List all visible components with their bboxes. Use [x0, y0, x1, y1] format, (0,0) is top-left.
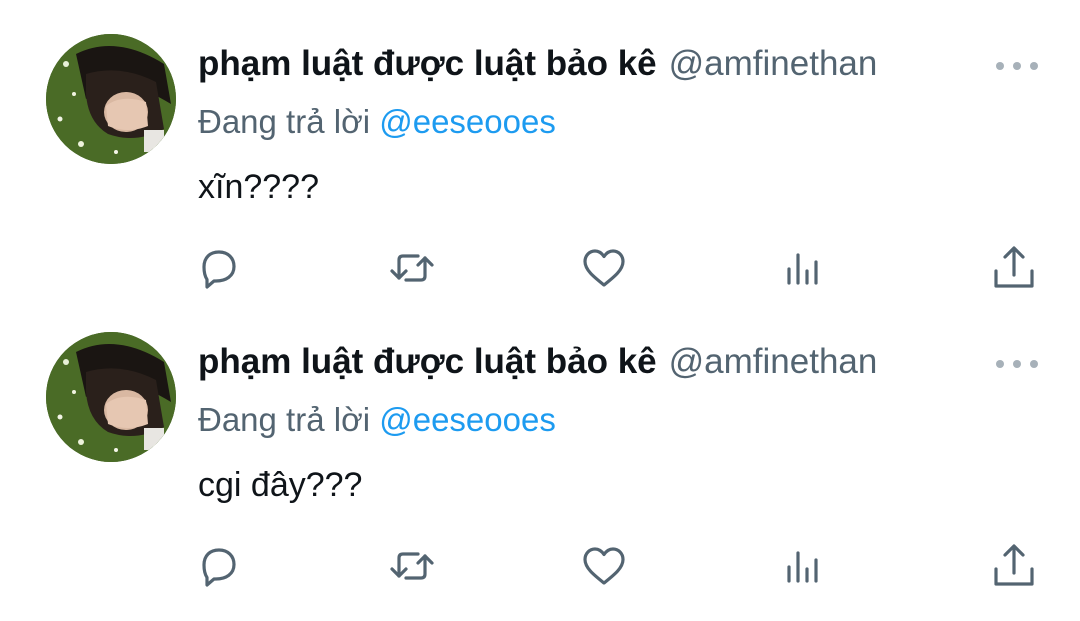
retweet-icon	[390, 254, 434, 282]
like-icon	[583, 249, 625, 287]
tweet-actions	[0, 240, 1080, 296]
like-button[interactable]	[576, 538, 632, 594]
replying-to-line: Đang trả lời @eeseooes	[198, 401, 556, 439]
replying-to-line: Đang trả lời @eeseooes	[198, 103, 556, 141]
avatar-photo	[46, 332, 176, 462]
retweet-button[interactable]	[384, 538, 440, 594]
like-icon	[583, 547, 625, 585]
tweet[interactable]: phạm luật được luật bảo kê @amfinethan Đ…	[0, 0, 1080, 300]
views-button[interactable]	[774, 240, 830, 296]
tweet-text: xĩn????	[198, 168, 319, 206]
reply-icon	[202, 250, 236, 289]
reply-icon	[202, 548, 236, 587]
avatar[interactable]	[46, 34, 176, 164]
reply-button[interactable]	[190, 538, 246, 594]
views-icon	[787, 253, 818, 285]
tweet[interactable]: phạm luật được luật bảo kê @amfinethan Đ…	[0, 298, 1080, 598]
author-handle[interactable]: @amfinethan	[669, 342, 878, 382]
author-handle[interactable]: @amfinethan	[669, 44, 878, 84]
replying-prefix: Đang trả lời	[198, 103, 371, 140]
share-button[interactable]	[986, 538, 1042, 594]
views-icon	[787, 551, 818, 583]
replying-to-mention[interactable]: @eeseooes	[379, 401, 556, 438]
avatar-photo	[46, 34, 176, 164]
reply-button[interactable]	[190, 240, 246, 296]
share-button[interactable]	[986, 240, 1042, 296]
tweet-header: phạm luật được luật bảo kê @amfinethan	[198, 342, 950, 388]
author-name[interactable]: phạm luật được luật bảo kê	[198, 342, 657, 382]
avatar[interactable]	[46, 332, 176, 462]
author-name[interactable]: phạm luật được luật bảo kê	[198, 44, 657, 84]
share-icon	[994, 544, 1034, 586]
like-button[interactable]	[576, 240, 632, 296]
replying-prefix: Đang trả lời	[198, 401, 371, 438]
more-icon[interactable]	[996, 350, 1038, 378]
more-icon[interactable]	[996, 52, 1038, 80]
retweet-button[interactable]	[384, 240, 440, 296]
retweet-icon	[390, 552, 434, 580]
tweet-text: cgi đây???	[198, 466, 363, 504]
tweet-actions	[0, 538, 1080, 594]
replying-to-mention[interactable]: @eeseooes	[379, 103, 556, 140]
share-icon	[994, 246, 1034, 288]
views-button[interactable]	[774, 538, 830, 594]
tweet-header: phạm luật được luật bảo kê @amfinethan	[198, 44, 950, 90]
